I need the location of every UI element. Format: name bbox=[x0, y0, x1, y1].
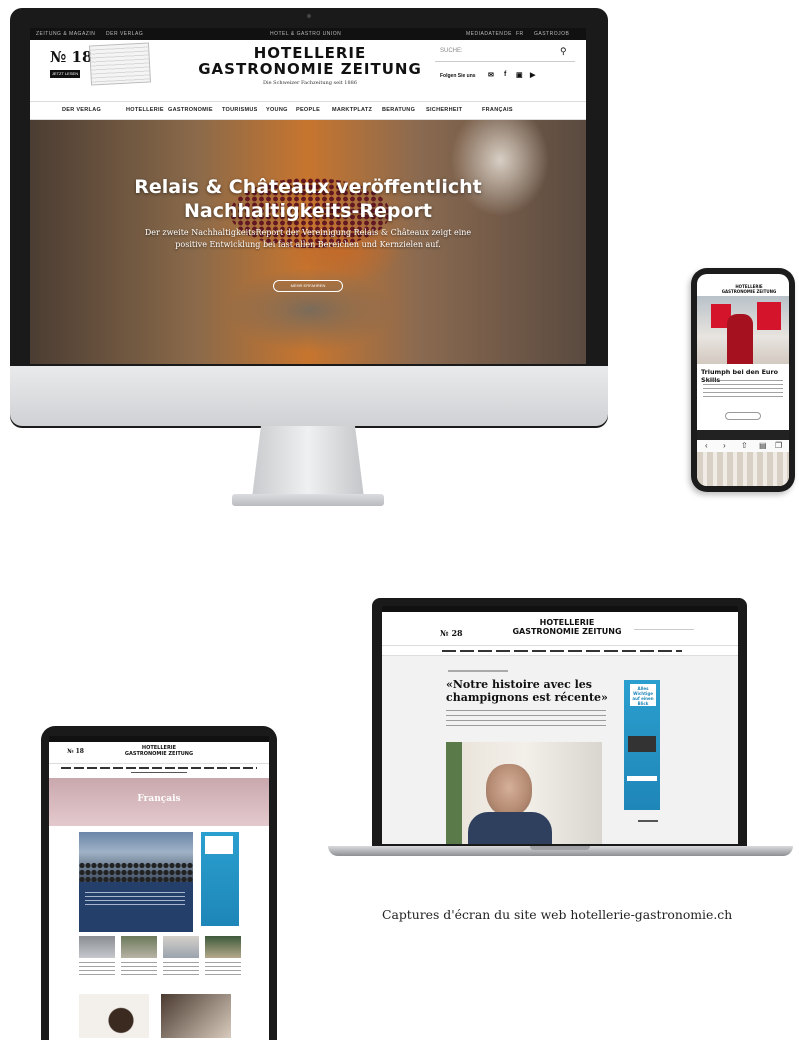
imac-chin bbox=[10, 366, 608, 426]
swiss-flag-right bbox=[757, 302, 781, 330]
tablet-grid-image[interactable] bbox=[79, 936, 115, 958]
imac-base bbox=[232, 494, 384, 506]
tablet-grid-image[interactable] bbox=[205, 936, 241, 958]
tablet-lead-card-text bbox=[85, 892, 185, 906]
forward-icon[interactable]: › bbox=[723, 441, 726, 450]
follow-label: Folgen Sie uns bbox=[440, 73, 476, 79]
read-now-button[interactable]: JETZT LESEN bbox=[50, 70, 80, 78]
tablet-grid-text bbox=[121, 962, 157, 976]
tablet-grid-image[interactable] bbox=[121, 936, 157, 958]
lang-de-link[interactable]: DE bbox=[504, 31, 512, 37]
laptop-notch bbox=[530, 846, 590, 850]
caption: Captures d'écran du site web hotellerie-… bbox=[382, 907, 733, 922]
mail-icon[interactable]: ✉ bbox=[488, 71, 494, 79]
desktop-topbar: ZEITUNG & MAGAZIN DER VERLAG HOTEL & GAS… bbox=[30, 28, 586, 40]
topbar-link-gastrojob[interactable]: GASTROJOB bbox=[534, 31, 569, 37]
desktop-header: № 18 JETZT LESEN HOTELLERIE GASTRONOMIE … bbox=[30, 40, 586, 102]
photo-portrait-body bbox=[468, 812, 552, 844]
bookmarks-icon[interactable]: ▤ bbox=[759, 441, 767, 450]
ad-image bbox=[628, 736, 656, 752]
laptop-search-input[interactable] bbox=[634, 622, 694, 630]
tablet-issue-number[interactable]: № 18 bbox=[67, 748, 84, 755]
nav-item-beratung[interactable]: BERATUNG bbox=[382, 107, 415, 113]
mobile-browser-controls: ‹ › ⇧ ▤ ❐ bbox=[697, 440, 789, 452]
desktop-main-nav: DER VERLAG HOTELLERIE GASTRONOMIE TOURIS… bbox=[30, 102, 586, 120]
tablet-bottom-image-hands[interactable] bbox=[161, 994, 231, 1038]
newspaper-thumbnail[interactable] bbox=[88, 42, 152, 86]
share-icon[interactable]: ⇧ bbox=[741, 441, 748, 450]
laptop-website-screenshot: № 28 HOTELLERIE GASTRONOMIE ZEITUNG «Not… bbox=[382, 606, 738, 844]
instagram-icon[interactable]: ▣ bbox=[516, 71, 523, 79]
mobile-second-image[interactable] bbox=[697, 452, 789, 486]
mobile-logo[interactable]: HOTELLERIE GASTRONOMIE ZEITUNG bbox=[719, 284, 779, 294]
topbar-link-verlag[interactable]: DER VERLAG bbox=[106, 31, 143, 37]
search-icon[interactable]: ⚲ bbox=[560, 46, 567, 57]
hero-title-line1[interactable]: Relais & Châteaux veröffentlicht bbox=[30, 176, 586, 198]
facebook-icon[interactable]: f bbox=[504, 71, 506, 78]
photo-portrait-head bbox=[486, 764, 532, 816]
tablet-grid-text bbox=[163, 962, 199, 976]
topbar-link-mediadaten[interactable]: MEDIADATEN bbox=[466, 31, 503, 37]
laptop-issue-number[interactable]: № 28 bbox=[440, 628, 463, 638]
nav-item-gastronomie[interactable]: GASTRONOMIE bbox=[168, 107, 213, 113]
ad-headline: Alles Wichtige auf einen Blick bbox=[632, 686, 654, 706]
nav-item-verlag[interactable]: DER VERLAG bbox=[62, 107, 101, 113]
tablet-lead-card[interactable] bbox=[79, 882, 193, 932]
ad-button[interactable] bbox=[627, 776, 657, 781]
photo-plant bbox=[446, 742, 462, 844]
lang-fr-link[interactable]: FR bbox=[516, 31, 524, 37]
tablet-grid-image[interactable] bbox=[163, 936, 199, 958]
logo-subtitle: Die Schweizer Fachzeitung seit 1886 bbox=[262, 80, 358, 86]
laptop-article-title: «Notre histoire avec les champignons est… bbox=[446, 678, 608, 704]
tablet-website-screenshot: № 18 HOTELLERIE GASTRONOMIE ZEITUNG Fran… bbox=[49, 736, 269, 1041]
topbar-link-union[interactable]: HOTEL & GASTRO UNION bbox=[270, 31, 341, 37]
nav-item-people[interactable]: PEOPLE bbox=[296, 107, 320, 113]
mobile-social-bar bbox=[697, 430, 789, 440]
hero-description-line2: positive Entwicklung bei fast allen Bere… bbox=[175, 240, 441, 249]
laptop-logo-line2[interactable]: GASTRONOMIE ZEITUNG bbox=[502, 627, 632, 636]
tablet-bottom-image-coffee[interactable] bbox=[79, 994, 149, 1038]
nav-item-hotellerie[interactable]: HOTELLERIE bbox=[126, 107, 164, 113]
laptop-more-link[interactable] bbox=[638, 820, 658, 822]
imac-stand bbox=[252, 426, 364, 498]
camera-icon bbox=[307, 14, 311, 18]
mobile-teaser-text bbox=[703, 380, 783, 398]
nav-item-tourismus[interactable]: TOURISMUS bbox=[222, 107, 258, 113]
tablet-grid-text bbox=[79, 962, 115, 976]
desktop-website-screenshot: ZEITUNG & MAGAZIN DER VERLAG HOTEL & GAS… bbox=[30, 28, 586, 364]
tablet-grid-text bbox=[205, 962, 241, 976]
hero-title-line2[interactable]: Nachhaltigkeits-Report bbox=[30, 200, 586, 222]
search-placeholder: SUCHE: bbox=[440, 48, 463, 54]
person-figure bbox=[727, 314, 753, 364]
mobile-more-button[interactable] bbox=[725, 412, 761, 420]
tablet-ad-box bbox=[205, 836, 233, 854]
tablet-logo-line2[interactable]: GASTRONOMIE ZEITUNG bbox=[119, 751, 199, 757]
topbar-link-zeitung[interactable]: ZEITUNG & MAGAZIN bbox=[36, 31, 95, 37]
nav-item-sicherheit[interactable]: SICHERHEIT bbox=[426, 107, 462, 113]
laptop-article-lead bbox=[446, 710, 606, 730]
laptop-nav-items[interactable] bbox=[442, 650, 682, 652]
tablet-section-title: Français bbox=[137, 794, 181, 804]
tablet-crowd bbox=[79, 862, 193, 882]
tabs-icon[interactable]: ❐ bbox=[775, 441, 782, 450]
laptop-breadcrumb[interactable] bbox=[448, 670, 508, 672]
logo-line2[interactable]: GASTRONOMIE ZEITUNG bbox=[195, 60, 425, 78]
nav-item-young[interactable]: YOUNG bbox=[266, 107, 288, 113]
tablet-subnav[interactable] bbox=[131, 772, 187, 773]
nav-item-francais[interactable]: FRANÇAIS bbox=[482, 107, 513, 113]
tablet-nav-items[interactable] bbox=[61, 767, 257, 769]
nav-item-marktplatz[interactable]: MARKTPLATZ bbox=[332, 107, 372, 113]
mobile-website-screenshot: HOTELLERIE GASTRONOMIE ZEITUNG Triumph b… bbox=[697, 274, 789, 486]
hero-description-line1: Der zweite NachhaltigkeitsReport der Ver… bbox=[144, 228, 472, 237]
hero-more-button[interactable]: MEHR ERFAHREN bbox=[273, 280, 343, 292]
laptop-logo-line1[interactable]: HOTELLERIE bbox=[502, 618, 632, 627]
issue-number[interactable]: № 18 bbox=[50, 48, 92, 66]
back-icon[interactable]: ‹ bbox=[705, 441, 708, 450]
youtube-icon[interactable]: ▶ bbox=[530, 71, 535, 79]
